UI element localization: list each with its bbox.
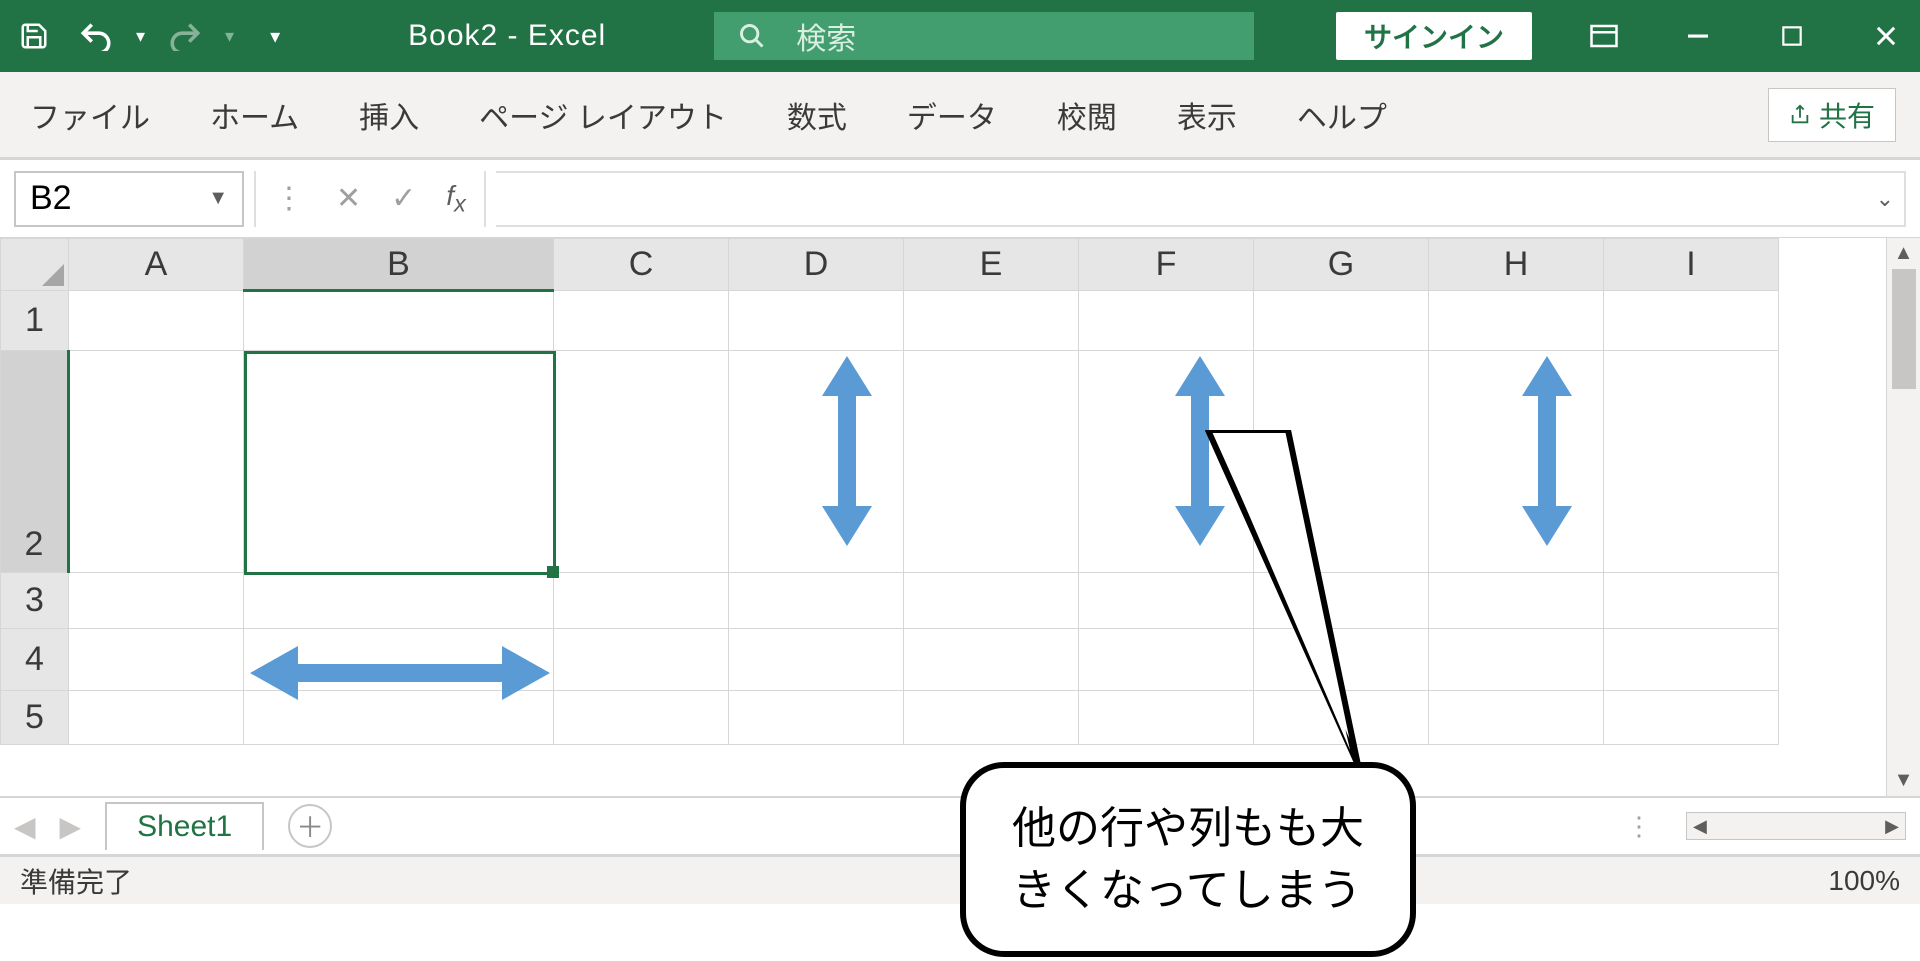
share-label: 共有 — [1819, 95, 1875, 135]
scroll-up-icon[interactable]: ▲ — [1894, 242, 1914, 265]
titlebar-right: サインイン — [1336, 12, 1908, 60]
share-icon — [1789, 104, 1811, 126]
qat-customize-icon[interactable]: ▾ — [270, 24, 280, 49]
scroll-left-icon[interactable]: ◀ — [1693, 816, 1707, 837]
horizontal-scrollbar[interactable]: ◀ ▶ — [1686, 812, 1906, 840]
search-icon — [738, 22, 766, 50]
vertical-scrollbar[interactable]: ▲ ▼ — [1886, 238, 1920, 796]
sheet-options-icon[interactable]: ⋮ — [1626, 811, 1652, 842]
scroll-thumb[interactable] — [1892, 269, 1916, 389]
search-input[interactable]: 検索 — [714, 12, 1254, 60]
col-header-selected[interactable]: B — [244, 239, 554, 291]
sheet-tab-active[interactable]: Sheet1 — [105, 802, 264, 850]
tab-file[interactable]: ファイル — [30, 93, 150, 137]
row-header[interactable]: 3 — [1, 573, 69, 629]
redo-dropdown-icon: ▾ — [225, 26, 234, 47]
col-header[interactable]: I — [1604, 239, 1779, 291]
tab-view[interactable]: 表示 — [1177, 93, 1237, 137]
col-header[interactable]: F — [1079, 239, 1254, 291]
formula-input[interactable]: ⌄ — [496, 171, 1906, 227]
col-header[interactable]: C — [554, 239, 729, 291]
row-header[interactable]: 1 — [1, 291, 69, 351]
col-header[interactable]: H — [1429, 239, 1604, 291]
ribbon-tabs: ファイル ホーム 挿入 ページ レイアウト 数式 データ 校閲 表示 ヘルプ 共… — [0, 72, 1920, 160]
formula-tools: ⋮ ✕ ✓ fx — [254, 171, 486, 227]
signin-button[interactable]: サインイン — [1336, 12, 1532, 60]
expand-formula-icon[interactable]: ⌄ — [1876, 186, 1894, 212]
app-title: Book2 - Excel — [408, 19, 606, 53]
enter-icon[interactable]: ✓ — [391, 181, 416, 216]
select-all-corner[interactable] — [1, 239, 69, 291]
minimize-icon[interactable] — [1676, 14, 1720, 58]
new-sheet-button[interactable]: ＋ — [288, 804, 332, 848]
fx-icon[interactable]: fx — [446, 180, 465, 218]
scroll-right-icon[interactable]: ▶ — [1885, 816, 1899, 837]
maximize-icon[interactable] — [1770, 14, 1814, 58]
col-header[interactable]: E — [904, 239, 1079, 291]
row-header[interactable]: 4 — [1, 629, 69, 691]
col-header[interactable]: D — [729, 239, 904, 291]
chevron-down-icon[interactable]: ▼ — [208, 187, 228, 210]
tab-pagelayout[interactable]: ページ レイアウト — [479, 93, 727, 137]
quick-access-toolbar: ▾ ▾ ▾ Book2 - Excel 検索 — [12, 12, 1254, 60]
tab-data[interactable]: データ — [907, 93, 997, 137]
zoom-value[interactable]: 100% — [1828, 865, 1900, 897]
name-box[interactable]: B2 ▼ — [14, 171, 244, 227]
redo-icon — [163, 14, 207, 58]
spreadsheet-grid[interactable]: A B C D E F G H I 1 2 3 4 5 — [0, 238, 1779, 745]
undo-icon[interactable] — [74, 14, 118, 58]
sheet-nav-next-icon[interactable]: ▶ — [60, 810, 82, 843]
ribbon-display-icon[interactable] — [1582, 14, 1626, 58]
tab-review[interactable]: 校閲 — [1057, 93, 1117, 137]
col-header[interactable]: A — [69, 239, 244, 291]
col-header[interactable]: G — [1254, 239, 1429, 291]
undo-dropdown-icon[interactable]: ▾ — [136, 26, 145, 47]
row-header-selected[interactable]: 2 — [1, 351, 69, 573]
grid-area: A B C D E F G H I 1 2 3 4 5 ▲ ▼ — [0, 238, 1920, 798]
close-icon[interactable] — [1864, 14, 1908, 58]
callout-line2: きくなってしまう — [1012, 860, 1364, 922]
callout-bubble: 他の行や列もも大 きくなってしまう — [960, 762, 1416, 957]
tab-home[interactable]: ホーム — [210, 93, 299, 137]
status-ready: 準備完了 — [20, 861, 132, 901]
sheet-nav-prev-icon[interactable]: ◀ — [14, 810, 36, 843]
callout-line1: 他の行や列もも大 — [1012, 798, 1364, 860]
search-placeholder: 検索 — [796, 14, 856, 58]
save-icon[interactable] — [12, 14, 56, 58]
dots-icon: ⋮ — [274, 181, 306, 216]
name-box-value: B2 — [30, 179, 72, 218]
share-button[interactable]: 共有 — [1768, 88, 1896, 142]
row-header[interactable]: 5 — [1, 691, 69, 745]
tab-insert[interactable]: 挿入 — [359, 93, 419, 137]
titlebar: ▾ ▾ ▾ Book2 - Excel 検索 サインイン — [0, 0, 1920, 72]
cancel-icon[interactable]: ✕ — [336, 181, 361, 216]
tab-help[interactable]: ヘルプ — [1297, 93, 1387, 137]
formula-bar: B2 ▼ ⋮ ✕ ✓ fx ⌄ — [0, 160, 1920, 238]
scroll-down-icon[interactable]: ▼ — [1894, 769, 1914, 792]
tab-formulas[interactable]: 数式 — [787, 93, 847, 137]
